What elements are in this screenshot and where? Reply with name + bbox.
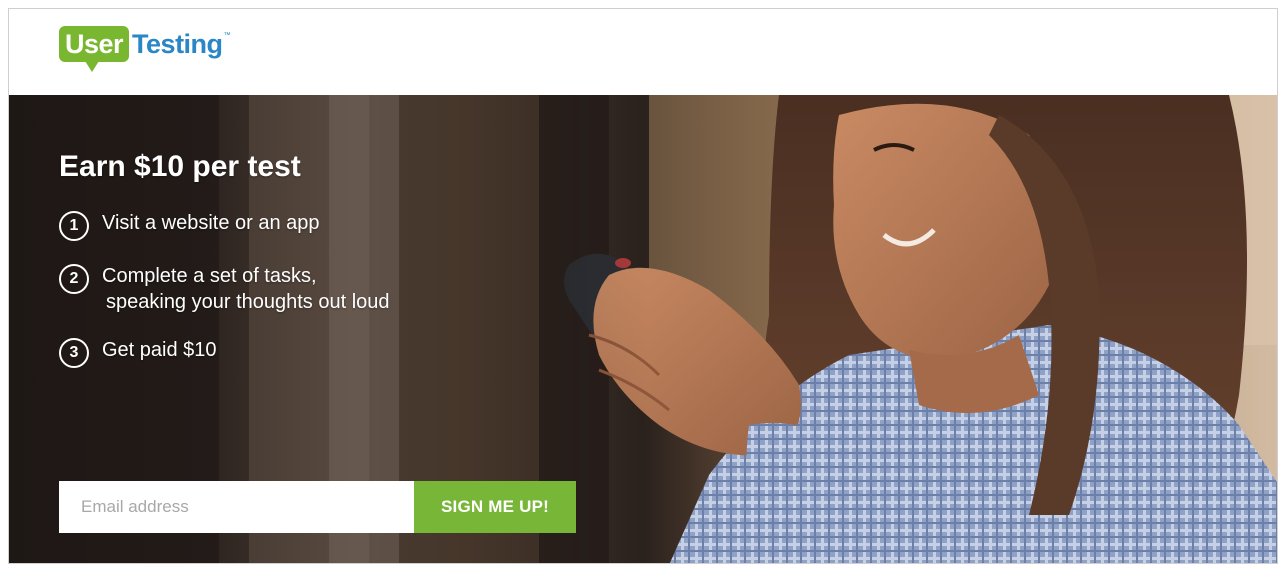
step-line: Complete a set of tasks, (102, 265, 317, 287)
step-line-2: speaking your thoughts out loud (106, 291, 390, 313)
logo-user-badge: User (59, 26, 130, 72)
email-field[interactable] (59, 481, 414, 533)
step-3: 3 Get paid $10 (59, 337, 390, 368)
logo-testing-text: Testing (132, 29, 223, 59)
hero-title: Earn $10 per test (59, 150, 301, 183)
signup-form: SIGN ME UP! (59, 481, 576, 533)
step-2: 2 Complete a set of tasks, speaking your… (59, 263, 390, 315)
usertesting-logo[interactable]: User Testing ™ (59, 26, 231, 76)
hero-banner: Earn $10 per test 1 Visit a website or a… (9, 95, 1277, 563)
step-number-badge: 2 (59, 264, 89, 294)
hero-content: Earn $10 per test 1 Visit a website or a… (59, 150, 390, 390)
step-number-badge: 3 (59, 338, 89, 368)
sign-me-up-button[interactable]: SIGN ME UP! (414, 481, 576, 533)
step-line: Visit a website or an app (102, 212, 320, 234)
step-number-badge: 1 (59, 211, 89, 241)
logo-trademark: ™ (223, 32, 231, 39)
step-1: 1 Visit a website or an app (59, 210, 390, 241)
step-text: Visit a website or an app (102, 210, 320, 236)
step-text: Complete a set of tasks, speaking your t… (102, 263, 390, 315)
step-line: Get paid $10 (102, 339, 217, 361)
page-frame: User Testing ™ Earn $10 per test 1 Visit… (8, 8, 1278, 564)
site-header: User Testing ™ (9, 9, 1277, 95)
step-text: Get paid $10 (102, 337, 217, 363)
